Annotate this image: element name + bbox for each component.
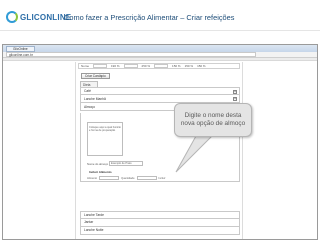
url-field[interactable]: gliconline.com.br — [6, 52, 256, 57]
browser-window: GlicOnline gliconline.com.br Nome 190 % … — [2, 44, 318, 240]
header-cell: Nome — [81, 64, 90, 68]
create-menu-button[interactable]: Criar Cardápio — [81, 73, 110, 79]
browser-titlebar: GlicOnline — [3, 45, 317, 52]
header-box[interactable] — [93, 64, 108, 68]
browser-toolbar — [3, 58, 317, 61]
meal-label: Almoço — [84, 104, 95, 109]
callout-text: Digite o nome desta nova opção de almoço — [180, 112, 246, 127]
food-label: Alimento — [87, 176, 98, 180]
include-food-row: Alimento Quantidade Incluir — [87, 176, 237, 180]
header-cell: 150 % — [184, 64, 194, 68]
meal-row-lanche-manha[interactable]: Lanche Manhã + — [80, 95, 240, 103]
food-input[interactable] — [99, 176, 120, 180]
meal-row-cafe[interactable]: Café + — [80, 87, 240, 95]
header-box[interactable] — [123, 64, 138, 68]
logo-swirl-icon — [6, 11, 18, 23]
header-row: Nome 190 % 250 % 150 % 150 % 150 % — [78, 63, 240, 69]
meal-row-jantar[interactable]: Jantar — [80, 219, 240, 227]
meal-row-lanche-tarde[interactable]: Lanche Tarde — [80, 211, 240, 219]
lunch-name-input[interactable]: Exemplo de Prato — [109, 161, 143, 166]
header-cell: 150 % — [172, 64, 181, 68]
header-cell: 190 % — [111, 64, 120, 68]
header-cell: 150 % — [197, 64, 206, 68]
browser-tab[interactable]: GlicOnline — [6, 45, 35, 52]
gliconline-logo: GLICONLINE — [6, 10, 71, 24]
include-food-title: Incluir Alimento — [89, 170, 112, 174]
meal-row-lanche-noite[interactable]: Lanche Noite — [80, 227, 240, 235]
quantity-input[interactable] — [136, 176, 157, 180]
header-cell: 250 % — [141, 64, 151, 68]
header-box[interactable] — [154, 64, 169, 68]
lunch-name-label: Nome do almoço — [87, 162, 109, 166]
add-option-button[interactable]: + — [233, 89, 237, 94]
slide: GLICONLINE Como fazer a Prescrição Alime… — [0, 0, 320, 240]
instruction-callout: Digite o nome desta nova opção de almoço — [174, 103, 252, 137]
quantity-label: Quantidade — [121, 176, 135, 180]
slide-divider — [0, 30, 320, 31]
app-page: Nome 190 % 250 % 150 % 150 % 150 % Criar… — [75, 62, 243, 239]
meal-label: Café — [84, 89, 91, 93]
add-option-button[interactable]: + — [233, 96, 237, 101]
preparation-textarea[interactable]: Coloque aqui a qual horário e forma de p… — [87, 122, 123, 156]
meal-list-lower: Lanche Tarde Jantar Lanche Noite — [80, 211, 240, 235]
include-button[interactable]: Incluir — [159, 177, 166, 180]
meal-label: Lanche Manhã — [84, 96, 106, 101]
slide-title: Como fazer a Prescrição Alimentar – Cria… — [64, 13, 235, 22]
